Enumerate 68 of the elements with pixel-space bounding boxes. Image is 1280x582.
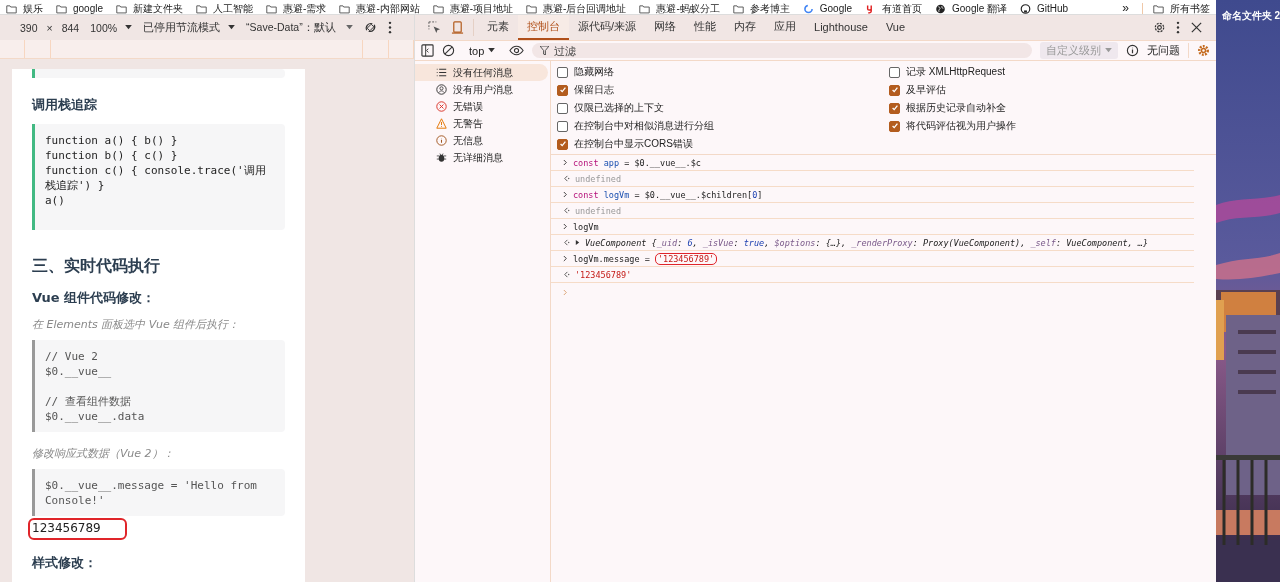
bookmark[interactable]: google bbox=[56, 3, 104, 14]
devtools-tab[interactable]: Vue bbox=[876, 15, 915, 40]
checkbox-label: 在控制台中显示CORS错误 bbox=[574, 137, 693, 151]
note-text: 修改响应式数据（Vue 2）： bbox=[32, 446, 175, 461]
subheading: 样式修改： bbox=[32, 554, 98, 572]
context-dropdown[interactable]: top bbox=[469, 44, 496, 57]
more-bookmarks-button[interactable]: » bbox=[1122, 3, 1129, 14]
sidebar-item[interactable]: 无错误 bbox=[415, 98, 548, 115]
bookmark[interactable]: 惠避-需求 bbox=[266, 3, 327, 14]
devtools-tab[interactable]: Lighthouse bbox=[805, 15, 877, 40]
console-line: const app = $0.__vue__.$c bbox=[573, 157, 701, 168]
devtools-tab[interactable]: 源代码/来源 bbox=[569, 15, 646, 40]
checkbox-label: 记录 XMLHttpRequest bbox=[906, 65, 1005, 79]
bookmark[interactable]: Google 翻译 bbox=[935, 3, 1008, 14]
bookmark[interactable]: 惠避-后台回调地址 bbox=[526, 3, 627, 14]
checkbox-label: 将代码评估视为用户操作 bbox=[906, 119, 1016, 133]
checkbox-label: 仅限已选择的上下文 bbox=[574, 101, 664, 115]
height-value[interactable]: 844 bbox=[61, 21, 80, 34]
desktop-folder-label[interactable]: 命名文件夹 2 bbox=[1221, 9, 1280, 23]
output-text: 123456789 bbox=[28, 518, 127, 540]
console-line: '123456789' bbox=[575, 269, 632, 280]
console-line: VueComponent {_uid: 6, _isVue: true, $options: {…}, _renderProxy: Proxy(VueComponent), _self: VueComponent, …} bbox=[585, 237, 1149, 248]
bookmark[interactable]: 惠避-蚂蚁分工 bbox=[639, 3, 720, 14]
throttle-dropdown[interactable]: 已停用节流模式 bbox=[143, 20, 236, 35]
issues-label[interactable]: 无问题 bbox=[1147, 43, 1189, 58]
devtools-tab[interactable]: 网络 bbox=[645, 15, 686, 40]
console-line: const logVm = $0.__vue__.$children[0] bbox=[573, 189, 763, 200]
sidebar-item[interactable]: 无详细消息 bbox=[415, 149, 548, 166]
console-line: undefined bbox=[575, 205, 622, 216]
checkbox-label: 及早评估 bbox=[906, 83, 946, 97]
checkbox-label: 在控制台中对相似消息进行分组 bbox=[574, 119, 714, 133]
console-line: logVm bbox=[573, 221, 599, 232]
bookmark[interactable]: 人工智能 bbox=[196, 3, 254, 14]
subheading: 调用栈追踪 bbox=[32, 96, 98, 114]
devtools-tab[interactable]: 控制台 bbox=[518, 15, 569, 40]
code-block: $0.__vue__.message = 'Hello from Console!' bbox=[32, 469, 285, 516]
width-value[interactable]: 390 bbox=[20, 21, 38, 34]
devtools-tab[interactable]: 应用 bbox=[765, 15, 806, 40]
note-text: 在 Elements 面板选中 Vue 组件后执行： bbox=[32, 317, 241, 332]
section-heading: 三、实时代码执行 bbox=[32, 256, 161, 277]
sidebar-item[interactable]: 无警告 bbox=[415, 115, 548, 132]
devtools-tab[interactable]: 性能 bbox=[685, 15, 726, 40]
bookmark[interactable]: GitHub bbox=[1020, 3, 1069, 14]
checkbox-label: 隐藏网络 bbox=[574, 65, 614, 79]
sidebar-item[interactable]: 没有用户消息 bbox=[415, 81, 548, 98]
bookmark[interactable]: Google bbox=[802, 3, 852, 14]
save-data-dropdown[interactable]: “Save-Data”：默认 bbox=[246, 20, 353, 35]
times-sign: × bbox=[46, 21, 53, 34]
devtools-tab[interactable]: 元素 bbox=[478, 15, 518, 40]
devtools-tab[interactable]: 内存 bbox=[725, 15, 766, 40]
checkbox-label: 保留日志 bbox=[574, 83, 614, 97]
zoom-dropdown[interactable]: 100% bbox=[90, 21, 133, 34]
subheading: Vue 组件代码修改： bbox=[32, 289, 157, 307]
all-bookmarks[interactable]: 所有书签 bbox=[1142, 3, 1210, 14]
sidebar-item[interactable]: 没有任何消息 bbox=[415, 64, 548, 81]
console-line: undefined bbox=[575, 173, 622, 184]
sidebar-item[interactable]: 无信息 bbox=[415, 132, 548, 149]
code-block: // Vue 2 $0.__vue__ // 查看组件数据 $0.__vue__.data bbox=[32, 340, 285, 432]
bookmark[interactable]: 惠避-项目地址 bbox=[432, 3, 514, 14]
bookmark[interactable]: 参考博主 bbox=[732, 3, 790, 14]
bookmark[interactable]: 娱乐 bbox=[6, 3, 43, 14]
filter-field[interactable]: 过滤 bbox=[532, 43, 1032, 58]
code-block: function a() { b() } function b() { c() } function c() { console.trace('调用栈追踪') } a() bbox=[32, 124, 285, 230]
bookmark[interactable]: 有道首页 bbox=[865, 3, 922, 14]
bookmark[interactable]: 新建文件夹 bbox=[116, 3, 184, 14]
bookmark[interactable]: 惠避-内部网站 bbox=[339, 3, 420, 14]
console-line: logVm.message = '123456789' bbox=[573, 253, 718, 264]
checkbox-label: 根据历史记录自动补全 bbox=[906, 101, 1006, 115]
